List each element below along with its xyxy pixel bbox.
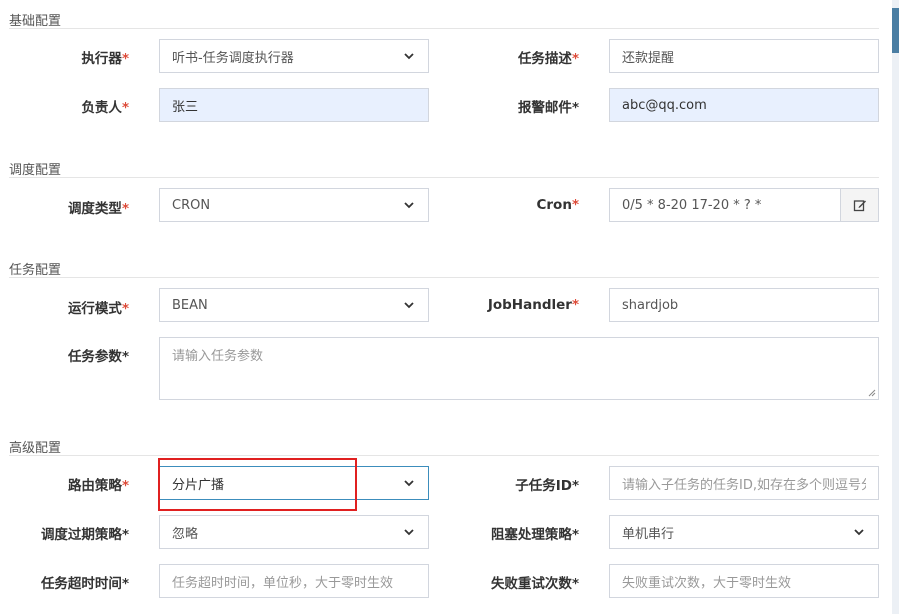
chevron-down-icon (404, 302, 414, 309)
task-params-label: 任务参数* (67, 349, 129, 365)
job-handler-input[interactable]: shardjob (609, 288, 879, 322)
job-handler-label: JobHandler* (487, 297, 579, 313)
schedule-type-value: CRON (172, 197, 211, 213)
executor-select-value: 听书-任务调度执行器 (172, 50, 294, 66)
timeout-input[interactable]: 任务超时时间，单位秒，大于零时生效 (159, 564, 429, 598)
block-strategy-label: 阻塞处理策略* (490, 527, 579, 543)
section-divider (9, 28, 879, 29)
cron-label: Cron* (536, 197, 579, 213)
background-page-strip (892, 0, 899, 614)
chevron-down-icon (404, 53, 414, 60)
retry-count-label: 失败重试次数* (490, 576, 579, 592)
chevron-down-icon (404, 480, 414, 487)
task-desc-label: 任务描述* (517, 51, 579, 67)
section-divider (9, 177, 879, 178)
job-handler-value: shardjob (622, 297, 679, 313)
owner-input[interactable]: 张三 (159, 88, 429, 122)
section-title-basic: 基础配置 (9, 14, 62, 29)
run-mode-label: 运行模式* (67, 301, 129, 317)
executor-select[interactable]: 听书-任务调度执行器 (159, 39, 429, 73)
schedule-type-label: 调度类型* (67, 201, 129, 217)
resize-grip-icon[interactable] (868, 389, 876, 397)
chevron-down-icon (404, 202, 414, 209)
child-job-id-placeholder: 请输入子任务的任务ID,如存在多个则逗号分隔 (622, 477, 866, 493)
cron-value: 0/5 * 8-20 17-20 * ? * (622, 197, 762, 213)
timeout-label: 任务超时时间* (40, 576, 129, 592)
alarm-email-input[interactable]: abc@qq.com (609, 88, 879, 122)
chevron-down-icon (854, 529, 864, 536)
cron-input[interactable]: 0/5 * 8-20 17-20 * ? * (609, 188, 841, 222)
executor-label: 执行器* (81, 51, 129, 67)
misfire-strategy-select[interactable]: 忽略 (159, 515, 429, 549)
section-divider (9, 277, 879, 278)
section-divider (9, 455, 879, 456)
block-strategy-value: 单机串行 (622, 526, 675, 542)
owner-value: 张三 (172, 99, 199, 115)
child-job-id-label: 子任务ID* (515, 478, 579, 494)
retry-count-placeholder: 失败重试次数，大于零时生效 (622, 575, 792, 591)
section-title-schedule: 调度配置 (9, 163, 62, 178)
retry-count-input[interactable]: 失败重试次数，大于零时生效 (609, 564, 879, 598)
block-strategy-select[interactable]: 单机串行 (609, 515, 879, 549)
owner-label: 负责人* (81, 100, 129, 116)
child-job-id-input[interactable]: 请输入子任务的任务ID,如存在多个则逗号分隔 (609, 466, 879, 500)
task-desc-value: 还款提醒 (622, 50, 675, 66)
alarm-email-value: abc@qq.com (622, 97, 707, 113)
section-title-task: 任务配置 (9, 263, 62, 278)
run-mode-value: BEAN (172, 297, 208, 313)
task-params-placeholder: 请输入任务参数 (172, 349, 264, 364)
schedule-type-select[interactable]: CRON (159, 188, 429, 222)
edit-icon (853, 200, 866, 212)
timeout-placeholder: 任务超时时间，单位秒，大于零时生效 (172, 575, 394, 591)
section-title-advanced: 高级配置 (9, 441, 62, 456)
chevron-down-icon (404, 529, 414, 536)
misfire-strategy-value: 忽略 (172, 526, 199, 542)
misfire-strategy-label: 调度过期策略* (40, 527, 129, 543)
cron-edit-button[interactable] (840, 188, 879, 222)
annotation-highlight-box (158, 458, 357, 511)
route-strategy-label: 路由策略* (67, 478, 129, 494)
run-mode-select[interactable]: BEAN (159, 288, 429, 322)
task-desc-input[interactable]: 还款提醒 (609, 39, 879, 73)
alarm-email-label: 报警邮件* (517, 100, 579, 116)
task-params-textarea[interactable]: 请输入任务参数 (159, 337, 879, 400)
